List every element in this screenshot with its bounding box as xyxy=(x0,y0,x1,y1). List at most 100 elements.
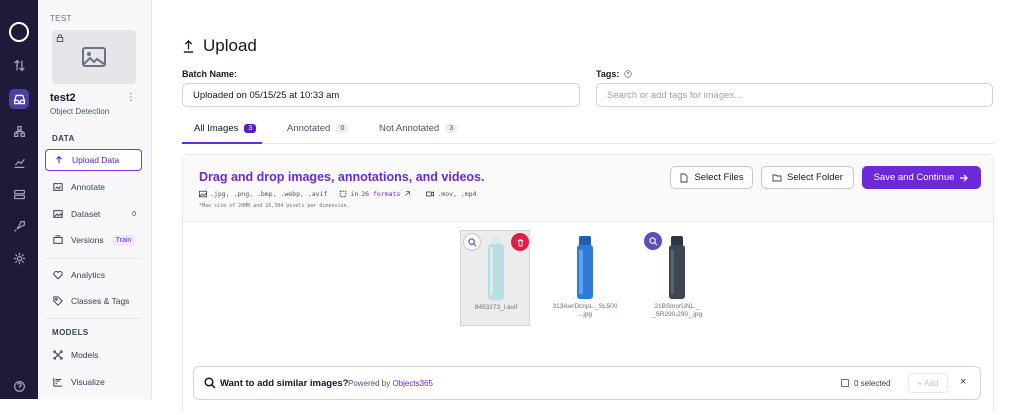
bottle-thumbnail xyxy=(669,236,685,299)
sidebar-item-models[interactable]: Models xyxy=(45,344,142,366)
save-continue-button[interactable]: Save and Continue xyxy=(862,166,981,189)
lock-icon xyxy=(56,34,64,42)
bottle-thumbnail xyxy=(577,236,593,299)
tags-label: Tags: xyxy=(596,69,620,79)
sidebar-item-upload-data[interactable]: Upload Data xyxy=(45,149,142,171)
bbox-format-icon xyxy=(340,190,347,198)
trash-icon xyxy=(517,238,523,247)
train-tag: Train xyxy=(111,234,136,246)
save-continue-label: Save and Continue xyxy=(873,172,955,183)
sidebar-item-label: Dataset xyxy=(71,209,101,219)
active-tab-indicator xyxy=(182,142,262,144)
image-card[interactable]: 313AwrDcnpL._SL500 ...jpg xyxy=(550,230,620,326)
settings-icon[interactable] xyxy=(9,248,29,268)
sidebar-item-label: Classes & Tags xyxy=(71,296,130,306)
sidebar-item-label: Visualize xyxy=(71,377,105,387)
select-files-label: Select Files xyxy=(694,172,744,183)
sidebar-item-label: Models xyxy=(71,350,99,360)
hierarchy-icon[interactable] xyxy=(9,121,29,141)
tag-icon xyxy=(53,296,63,306)
image-placeholder-icon xyxy=(82,47,106,67)
project-group-label: TEST xyxy=(50,14,72,23)
rocket-icon[interactable] xyxy=(9,216,29,236)
batch-name-label: Batch Name: xyxy=(182,69,238,79)
chart-icon[interactable] xyxy=(9,152,29,172)
sidebar-item-label: Annotate xyxy=(71,182,106,192)
similar-images-bar: Want to add similar images? Powered by O… xyxy=(193,366,981,400)
uploaded-images-grid: 8453273_l.avif 313AwrDcnpL._SL500 ...jpg … xyxy=(183,221,993,415)
sidebar-item-analytics[interactable]: Analytics xyxy=(45,264,142,286)
tags-input[interactable]: Search or add tags for images... xyxy=(596,83,993,107)
bottle-thumbnail xyxy=(488,237,504,300)
sidebar-divider xyxy=(46,258,142,259)
annotation-formats-link[interactable]: 26 formats xyxy=(361,190,400,198)
sidebar-item-classes-tags[interactable]: Classes & Tags xyxy=(45,290,142,312)
tab-count: 0 xyxy=(336,124,349,133)
tab-label: All Images xyxy=(194,123,239,134)
annotation-prefix: in xyxy=(350,190,359,198)
selected-count: 0 selected xyxy=(854,379,891,388)
similar-images-title: Want to add similar images? xyxy=(220,378,349,389)
delete-image-button[interactable] xyxy=(511,233,529,251)
video-formats: .mov, .mp4 xyxy=(437,190,477,198)
dataset-count-badge: 0 xyxy=(132,210,136,218)
upload-icon xyxy=(183,39,194,53)
icon-rail xyxy=(0,0,38,399)
file-icon xyxy=(680,173,688,182)
tags-label-row: Tags: xyxy=(596,69,633,79)
arrow-right-icon xyxy=(960,174,969,181)
tab-label: Annotated xyxy=(287,123,331,134)
tab-label: Not Annotated xyxy=(379,123,440,134)
external-link-icon xyxy=(405,191,411,196)
dropzone-header: Drag and drop images, annotations, and v… xyxy=(183,155,993,221)
sidebar-item-label: Analytics xyxy=(71,270,106,280)
sidebar-item-annotate[interactable]: Annotate xyxy=(45,176,142,198)
help-icon[interactable] xyxy=(9,376,29,396)
select-files-button[interactable]: Select Files xyxy=(670,166,753,189)
magnifier-icon xyxy=(648,236,657,245)
tab-not-annotated[interactable]: Not Annotated 3 xyxy=(379,123,458,134)
inbox-icon[interactable] xyxy=(9,89,29,109)
sidebar-item-versions[interactable]: Versions Train xyxy=(45,229,142,251)
tab-annotated[interactable]: Annotated 0 xyxy=(287,123,349,134)
data-section-header: DATA xyxy=(52,134,75,143)
objects365-link[interactable]: Objects365 xyxy=(392,379,432,388)
image-formats: .jpg, .png, .bmp, .webp, .avif xyxy=(210,190,328,198)
magnifier-icon xyxy=(467,237,476,246)
image-card[interactable]: 8453273_l.avif xyxy=(460,230,530,326)
select-all-checkbox[interactable] xyxy=(841,379,849,387)
main-content: Upload Batch Name: Uploaded on 05/15/25 … xyxy=(152,0,1024,415)
zoom-button[interactable] xyxy=(644,232,662,250)
sidebar-divider xyxy=(46,318,142,319)
image-card[interactable]: 21BSlnorUNL._ _SR290,290_.jpg xyxy=(642,230,712,326)
sidebar-item-dataset[interactable]: Dataset 0 xyxy=(45,203,142,225)
image-filter-tabs: All Images 3 Annotated 0 Not Annotated 3 xyxy=(182,118,994,144)
select-folder-button[interactable]: Select Folder xyxy=(761,166,854,189)
upload-icon xyxy=(56,155,62,164)
image-format-icon xyxy=(199,190,207,198)
supported-formats: .jpg, .png, .bmp, .webp, .avif in 26 for… xyxy=(199,190,477,198)
sidebar-item-label: Versions xyxy=(71,235,104,245)
folder-icon xyxy=(772,174,782,181)
project-sidebar: TEST test2 ⋮ Object Detection DATA Uploa… xyxy=(38,0,152,399)
batch-name-input[interactable]: Uploaded on 05/15/25 at 10:33 am xyxy=(182,83,580,107)
zoom-button[interactable] xyxy=(463,233,481,251)
storage-icon[interactable] xyxy=(9,184,29,204)
project-thumbnail[interactable] xyxy=(52,30,136,84)
close-icon[interactable]: × xyxy=(960,376,966,388)
visualize-icon xyxy=(53,377,63,387)
tab-all-images[interactable]: All Images 3 xyxy=(194,123,257,134)
info-icon[interactable] xyxy=(624,70,633,78)
swap-icon[interactable] xyxy=(9,55,29,75)
image-filename: 8453273_l.avif xyxy=(474,304,518,311)
search-icon xyxy=(204,377,216,389)
dataset-icon xyxy=(53,210,63,218)
app-logo-icon[interactable] xyxy=(9,22,29,42)
add-similar-button[interactable]: + Add xyxy=(908,373,948,393)
upload-dropzone[interactable]: Drag and drop images, annotations, and v… xyxy=(182,154,994,415)
image-filename: 313AwrDcnpL._SL500 ...jpg xyxy=(552,303,618,318)
powered-by: Powered by Objects365 xyxy=(348,379,433,388)
project-menu-icon[interactable]: ⋮ xyxy=(126,92,136,103)
sidebar-item-visualize[interactable]: Visualize xyxy=(45,371,142,393)
sidebar-item-label: Upload Data xyxy=(72,155,120,165)
